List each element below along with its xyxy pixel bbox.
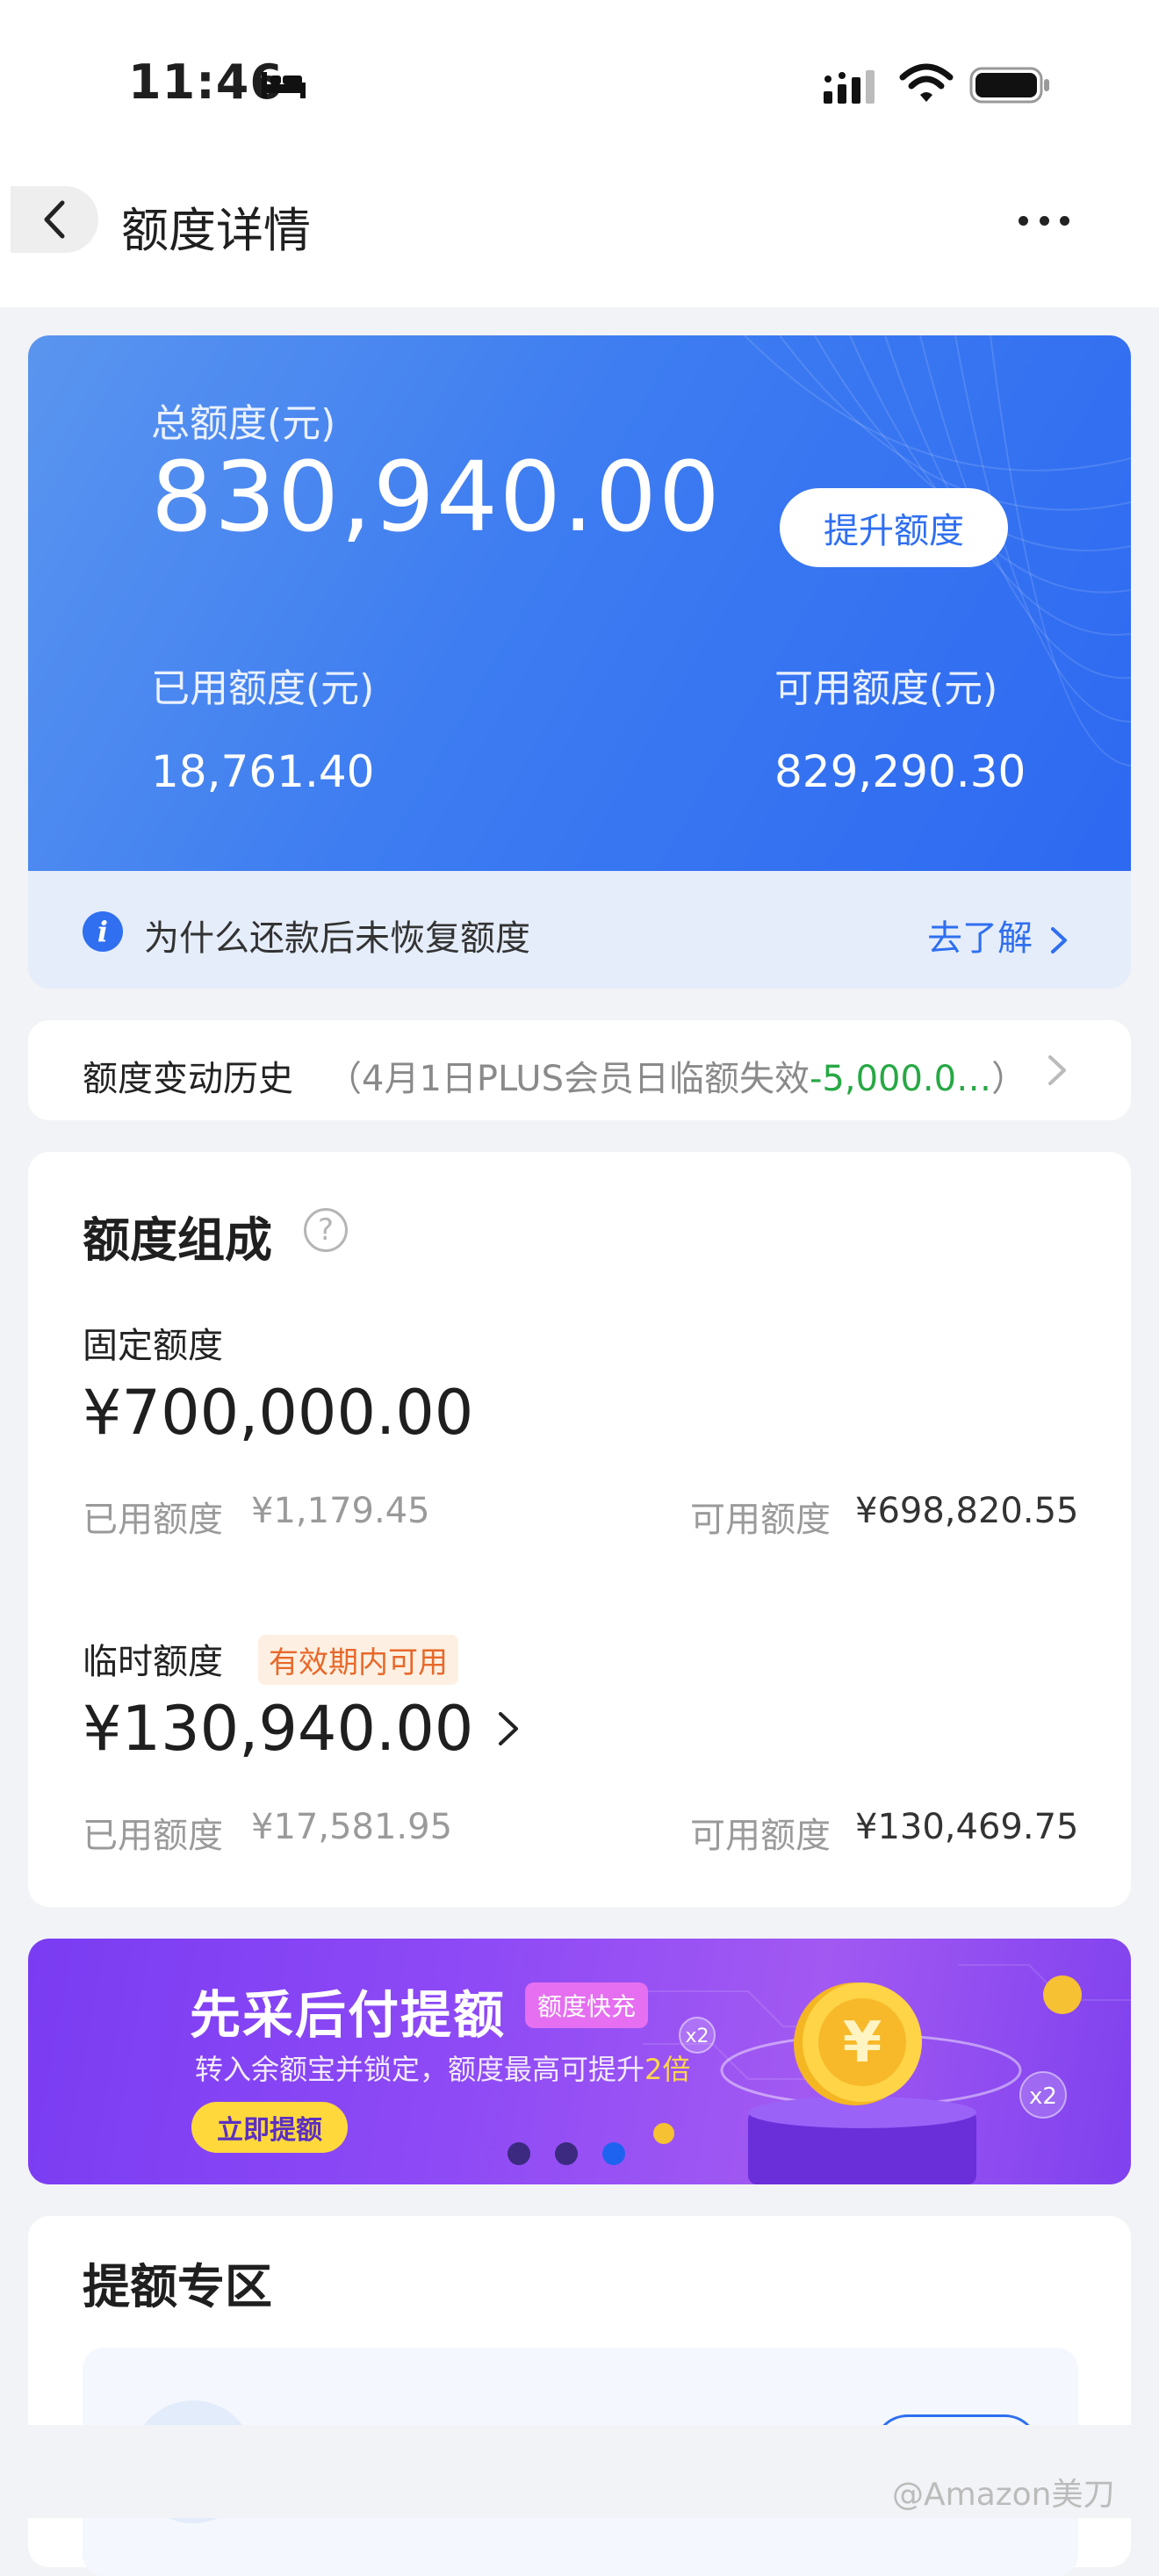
history-detail: （4月1日PLUS会员日临额失效-5,000.0…） <box>327 1050 1026 1101</box>
multiplier-badge-2: x2 <box>1029 2083 1057 2110</box>
zone-title: 提额专区 <box>83 2259 272 2314</box>
used-quota-label: 已用额度(元) <box>151 666 375 711</box>
coin-illustration: ¥ x2 x2 <box>643 1964 1131 2184</box>
valid-period-tag: 有效期内可用 <box>258 1635 458 1685</box>
fixed-quota-label: 固定额度 <box>83 1326 223 1366</box>
history-detail-close: ） <box>991 1059 1027 1099</box>
quota-history-row[interactable]: 额度变动历史 （4月1日PLUS会员日临额失效-5,000.0…） <box>28 1020 1131 1120</box>
temp-quota-amount-link[interactable]: ¥130,940.00 <box>83 1693 521 1765</box>
multiplier-badge-1: x2 <box>685 2026 709 2047</box>
temp-quota-amount: ¥130,940.00 <box>83 1693 474 1765</box>
composition-title: 额度组成 <box>83 1212 272 1268</box>
fixed-quota-amount: ¥700,000.00 <box>83 1377 474 1449</box>
total-quota-value: 830,940.00 <box>151 441 722 553</box>
battery-icon <box>969 67 1049 104</box>
temp-used-label: 已用额度 <box>83 1816 223 1856</box>
history-detail-text: （4月1日PLUS会员日临额失效 <box>327 1059 810 1099</box>
raise-now-button[interactable]: 立即提额 <box>191 2102 348 2153</box>
more-dot-icon <box>1060 215 1069 226</box>
chevron-right-icon <box>499 1712 519 1745</box>
temp-used-value: ¥17,581.95 <box>251 1807 453 1847</box>
quota-summary-card: 总额度(元) 830,940.00 提升额度 已用额度(元) 18,761.40… <box>28 335 1131 871</box>
more-dot-icon <box>1039 215 1049 226</box>
available-quota-value: 829,290.30 <box>774 746 1026 797</box>
back-button[interactable] <box>11 186 98 253</box>
promo-banner[interactable]: ¥ x2 x2 先采后付提额 额度快充 转入余额宝并锁定，额度最高可提升2倍 立… <box>28 1939 1131 2184</box>
watermark: @Amazon美刀 <box>892 2477 1115 2513</box>
history-amount: -5,000.0… <box>809 1059 992 1099</box>
fixed-available-label: 可用额度 <box>690 1500 831 1540</box>
temp-quota-label: 临时额度 <box>83 1642 223 1682</box>
coin-symbol: ¥ <box>843 2011 882 2076</box>
banner-subtitle-text: 转入余额宝并锁定，额度最高可提升 <box>195 2053 645 2086</box>
sleep-mode-icon <box>262 72 306 98</box>
chevron-right-icon <box>1048 1055 1066 1085</box>
carousel-indicator <box>508 2142 625 2165</box>
available-quota-label: 可用额度(元) <box>774 666 998 711</box>
temp-available-label: 可用额度 <box>690 1816 831 1856</box>
total-quota-label: 总额度(元) <box>151 401 336 446</box>
fixed-used-label: 已用额度 <box>83 1500 223 1540</box>
carousel-dot[interactable] <box>555 2142 578 2165</box>
fixed-used-value: ¥1,179.45 <box>251 1491 430 1531</box>
quota-composition-card: 额度组成 ? 固定额度 ¥700,000.00 已用额度 ¥1,179.45 可… <box>28 1152 1131 1907</box>
repayment-tip-bar[interactable]: i 为什么还款后未恢复额度 去了解 <box>28 871 1131 989</box>
temp-available-value: ¥130,469.75 <box>855 1807 1079 1847</box>
tip-text: 为什么还款后未恢复额度 <box>144 918 530 959</box>
info-icon: i <box>83 911 123 952</box>
more-dot-icon <box>1019 215 1028 226</box>
fixed-available-value: ¥698,820.55 <box>855 1491 1079 1531</box>
learn-more-label: 去了解 <box>927 918 1033 959</box>
carousel-dot[interactable] <box>508 2142 530 2165</box>
help-icon[interactable]: ? <box>304 1208 348 1252</box>
learn-more-link[interactable]: 去了解 <box>927 910 1069 961</box>
top-bar: 11:46 额度详情 <box>0 0 1159 307</box>
carousel-dot-active[interactable] <box>602 2142 625 2165</box>
chevron-right-icon <box>1050 927 1067 953</box>
banner-title: 先采后付提额 <box>190 1985 507 2045</box>
raise-quota-button[interactable]: 提升额度 <box>780 488 1008 567</box>
used-quota-value: 18,761.40 <box>151 746 375 797</box>
more-options-button[interactable] <box>1019 207 1069 234</box>
banner-subtitle-highlight: 2倍 <box>644 2053 691 2086</box>
cellular-signal-icon <box>824 70 875 104</box>
wifi-icon <box>899 63 954 102</box>
history-label: 额度变动历史 <box>83 1059 293 1099</box>
banner-tag: 额度快充 <box>525 1982 649 2028</box>
banner-subtitle: 转入余额宝并锁定，额度最高可提升2倍 <box>195 2047 690 2088</box>
page-title: 额度详情 <box>121 203 311 258</box>
chevron-left-icon <box>44 200 65 239</box>
